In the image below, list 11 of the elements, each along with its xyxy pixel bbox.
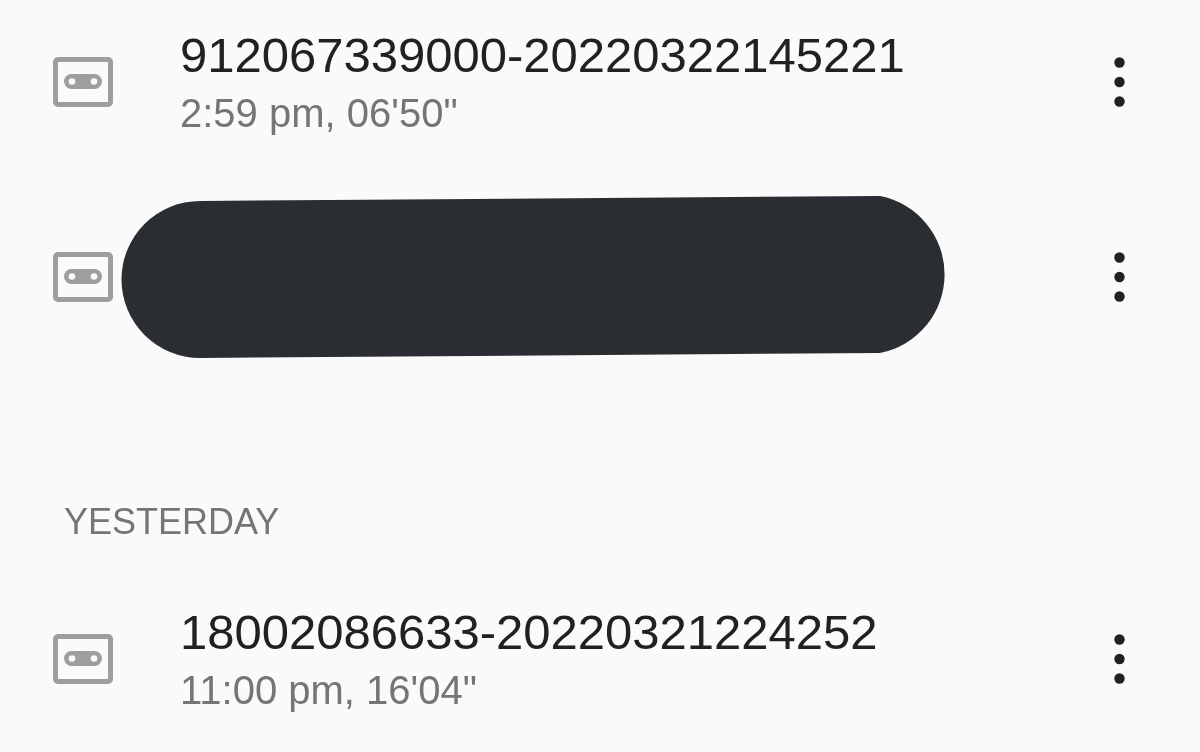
- vertical-dots-icon: [1113, 634, 1125, 684]
- recording-details: 2:59 pm, 06'50": [180, 90, 458, 137]
- cassette-icon: [53, 634, 113, 684]
- recording-details: 11:00 pm, 16'04": [180, 667, 477, 714]
- section-heading: YESTERDAY: [64, 500, 280, 544]
- vertical-dots-icon: [1113, 252, 1125, 302]
- recording-title: 912067339000-20220322145221: [180, 27, 905, 83]
- vertical-dots-icon: [1113, 57, 1125, 107]
- recording-title: 18002086633-20220321224252: [180, 604, 878, 660]
- cassette-icon: [53, 57, 113, 107]
- cassette-icon: [53, 252, 113, 302]
